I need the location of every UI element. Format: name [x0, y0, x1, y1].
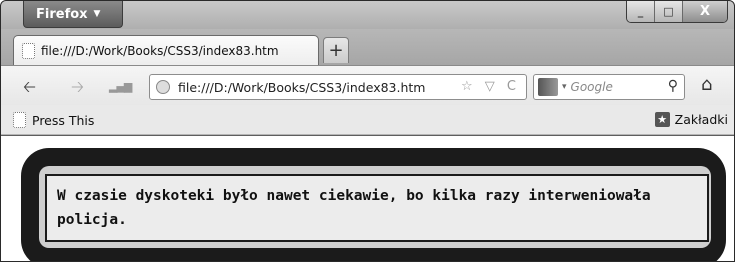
search-icon[interactable]: ⚲	[668, 78, 678, 94]
chevron-down-icon: ▾	[562, 82, 567, 92]
search-input[interactable]: ▾ Google ⚲	[533, 74, 685, 100]
new-tab-button[interactable]: +	[323, 37, 349, 63]
search-engine-icon[interactable]	[538, 78, 558, 96]
browser-window: Firefox ▼ _ □ X file:///D:/Work/Books/CS…	[0, 0, 735, 262]
star-icon: ★	[654, 112, 670, 127]
home-icon[interactable]: ⌂	[701, 74, 712, 95]
firefox-menu-label: Firefox	[36, 6, 88, 22]
bookmark-item-press-this[interactable]: Press This	[13, 112, 94, 128]
search-placeholder: Google	[570, 80, 613, 94]
page-content: W czasie dyskoteki było nawet ciekawie, …	[1, 136, 734, 261]
bookmarks-menu-label: Zakładki	[674, 112, 728, 127]
forward-arrow-icon[interactable]: 🡢	[71, 76, 84, 103]
globe-icon	[156, 80, 170, 94]
url-text: file:///D:/Work/Books/CSS3/index83.htm	[178, 79, 426, 95]
signal-icon: ▂▄▆	[109, 80, 132, 93]
tab-title: file:///D:/Work/Books/CSS3/index83.htm	[41, 44, 279, 58]
content-paragraph: W czasie dyskoteki było nawet ciekawie, …	[45, 174, 709, 242]
bookmarks-menu-button[interactable]: ★ Zakładki	[654, 112, 728, 127]
back-arrow-icon[interactable]: 🡠	[23, 76, 36, 103]
url-tools[interactable]: ☆ ▽ C	[461, 79, 520, 94]
chevron-down-icon: ▼	[93, 9, 101, 19]
navigation-bar: 🡠 🡢 ▂▄▆ file:///D:/Work/Books/CSS3/index…	[1, 65, 734, 105]
minimize-button[interactable]: _	[627, 1, 655, 22]
close-button[interactable]: X	[683, 1, 727, 22]
bookmark-label: Press This	[32, 112, 95, 128]
page-icon	[13, 112, 26, 128]
firefox-menu-button[interactable]: Firefox ▼	[23, 1, 123, 28]
maximize-button[interactable]: □	[655, 1, 683, 22]
bookmarks-bar: Press This ★ Zakładki	[1, 105, 734, 135]
tab-strip: file:///D:/Work/Books/CSS3/index83.htm +	[1, 29, 734, 66]
url-bar[interactable]: file:///D:/Work/Books/CSS3/index83.htm ☆…	[149, 74, 527, 100]
tab-active[interactable]: file:///D:/Work/Books/CSS3/index83.htm	[13, 35, 319, 66]
page-icon	[22, 43, 35, 59]
window-controls: _ □ X	[626, 1, 728, 23]
